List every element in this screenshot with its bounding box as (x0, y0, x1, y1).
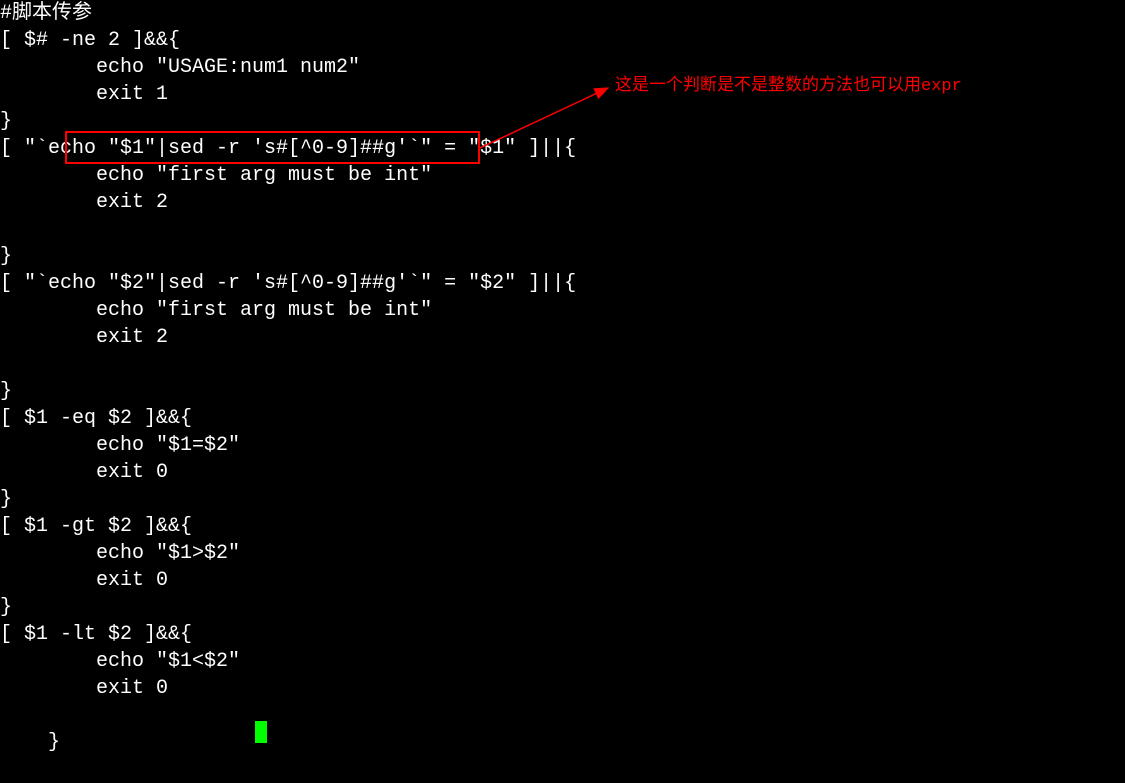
code-line: } (0, 702, 1125, 729)
annotation-text: 这是一个判断是不是整数的方法也可以用expr (615, 73, 962, 100)
code-line: [ $1 -lt $2 ]&&{ (0, 621, 1125, 648)
code-line: exit 2 (0, 324, 1125, 351)
code-line: echo "first arg must be int" (0, 297, 1125, 324)
code-line: exit 0 (0, 459, 1125, 486)
code-line: [ $1 -gt $2 ]&&{ (0, 513, 1125, 540)
code-line: exit 2 (0, 189, 1125, 216)
code-line: [ "`echo "$1"|sed -r 's#[^0-9]##g'`" = "… (0, 135, 1125, 162)
code-line (0, 216, 1125, 243)
code-line: echo "$1>$2" (0, 540, 1125, 567)
code-line: [ $1 -eq $2 ]&&{ (0, 405, 1125, 432)
code-line: echo "$1<$2" (0, 648, 1125, 675)
terminal-viewport[interactable]: #脚本传参 [ $# -ne 2 ]&&{ echo "USAGE:num1 n… (0, 0, 1125, 729)
code-line: #脚本传参 (0, 0, 1125, 27)
code-line: [ $# -ne 2 ]&&{ (0, 27, 1125, 54)
code-line: } (0, 108, 1125, 135)
code-line (0, 351, 1125, 378)
code-line: } (0, 243, 1125, 270)
code-line: exit 0 (0, 675, 1125, 702)
code-text: } (48, 731, 60, 754)
code-line: [ "`echo "$2"|sed -r 's#[^0-9]##g'`" = "… (0, 270, 1125, 297)
code-line: } (0, 486, 1125, 513)
code-line: echo "first arg must be int" (0, 162, 1125, 189)
code-line: exit 0 (0, 567, 1125, 594)
code-line: echo "$1=$2" (0, 432, 1125, 459)
code-line: } (0, 594, 1125, 621)
code-line: } (0, 378, 1125, 405)
cursor-icon (255, 721, 267, 743)
